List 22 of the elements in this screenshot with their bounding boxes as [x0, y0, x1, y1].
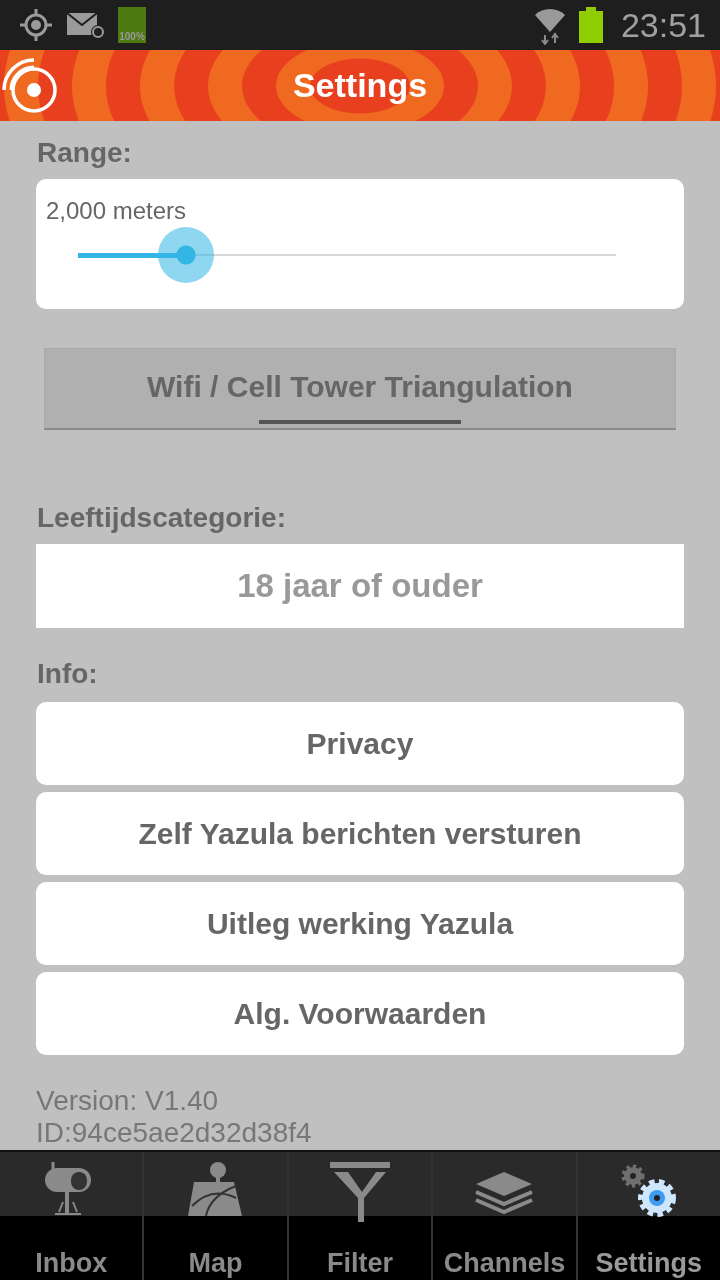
range-value: 2,000 meters [46, 197, 188, 225]
info-button[interactable]: Alg. Voorwaarden [36, 972, 684, 1055]
info-button[interactable]: Uitleg werking Yazula [36, 882, 684, 965]
version-text: Version: V1.40 [36, 1085, 220, 1117]
info-button[interactable]: Zelf Yazula berichten versturen [36, 792, 684, 875]
section-label: Info: [37, 658, 99, 690]
battery-icon [578, 7, 603, 43]
nav-tab[interactable]: Map [142, 1152, 287, 1280]
gps-icon [18, 7, 54, 43]
nav-tab[interactable]: Filter [286, 1152, 432, 1280]
clock-text: 23:51 [620, 5, 706, 45]
nav-tab[interactable]: Inbox [0, 1152, 143, 1280]
section-label: Leeftijdscategorie: [37, 502, 287, 534]
nav-tab[interactable]: Channels [431, 1152, 576, 1280]
device-id-text: ID:94ce5ae2d32d38f4 [36, 1117, 313, 1149]
filter-icon [330, 1162, 390, 1222]
email-icon [66, 10, 106, 40]
section-label: Range: [37, 137, 133, 169]
screen-title: Settings [292, 66, 428, 105]
battery-level-text: 100% [119, 31, 145, 42]
info-button[interactable]: Privacy [36, 702, 684, 785]
nav-tab[interactable]: Settings [575, 1152, 720, 1280]
